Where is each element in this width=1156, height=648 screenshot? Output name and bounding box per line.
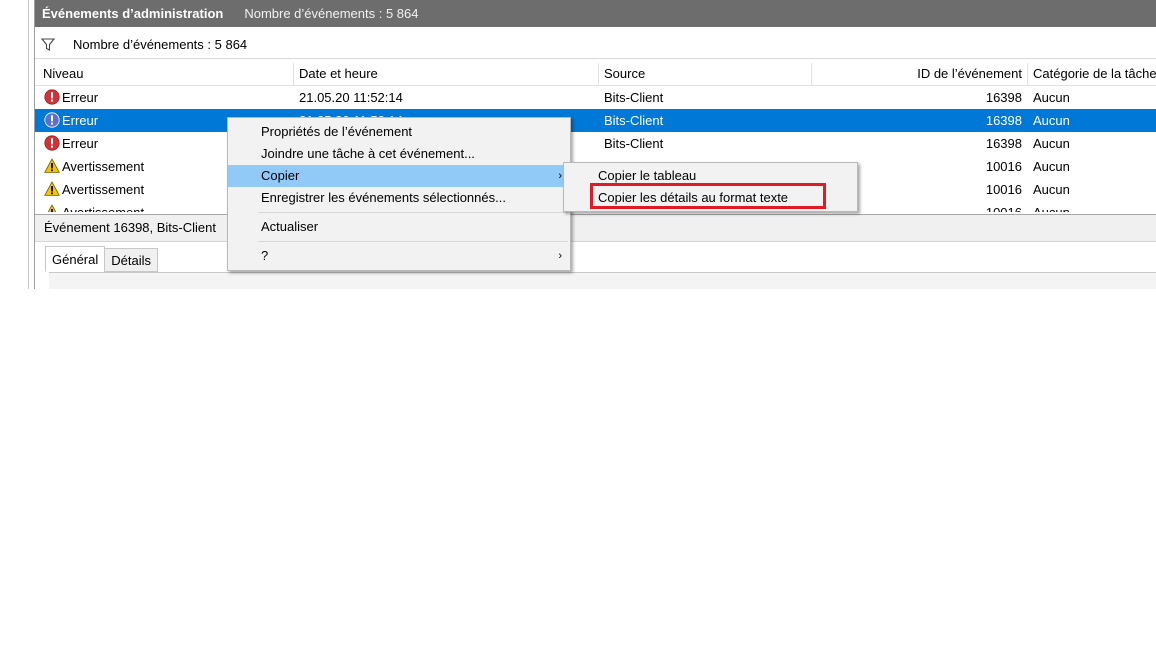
tab-details[interactable]: Détails bbox=[104, 248, 158, 272]
cell-source: Bits-Client bbox=[604, 113, 664, 128]
cell-event-id: 16398 bbox=[985, 113, 1022, 128]
cell-task-category: Aucun bbox=[1033, 90, 1070, 105]
table-header: Niveau Date et heure Source ID de l’évén… bbox=[35, 63, 1156, 86]
cell-task-category: Aucun bbox=[1033, 182, 1070, 197]
column-header-date[interactable]: Date et heure bbox=[294, 63, 599, 85]
cell-event-id: 16398 bbox=[985, 90, 1022, 105]
highlight-annotation-box bbox=[590, 183, 826, 209]
warning-icon bbox=[47, 204, 57, 212]
menu-item-copy-label: Copier bbox=[261, 168, 300, 183]
table-row[interactable]: Erreur Bits-Client 16398 Aucun bbox=[35, 132, 1156, 155]
tab-content bbox=[49, 272, 1156, 289]
menu-separator bbox=[258, 212, 568, 213]
menu-item-copy[interactable]: Copier › bbox=[228, 165, 570, 187]
filter-icon[interactable] bbox=[41, 37, 55, 51]
menu-item-help[interactable]: ? › bbox=[228, 245, 570, 267]
pane-title-bar: Événements d’administration Nombre d’évé… bbox=[35, 0, 1156, 27]
table-row-selected[interactable]: Erreur 21.05.20 11:52:14 Bits-Client 163… bbox=[35, 109, 1156, 132]
filter-bar: Nombre d’événements : 5 864 bbox=[35, 30, 1156, 59]
left-navigation-pane bbox=[0, 0, 29, 289]
menu-item-save-selected[interactable]: Enregistrer les événements sélectionnés.… bbox=[228, 187, 570, 209]
tab-general[interactable]: Général bbox=[45, 246, 106, 272]
column-header-level[interactable]: Niveau bbox=[38, 63, 294, 85]
column-header-source[interactable]: Source bbox=[599, 63, 812, 85]
cell-task-category: Aucun bbox=[1028, 201, 1156, 212]
event-detail-header: Événement 16398, Bits-Client bbox=[35, 215, 1156, 242]
error-icon bbox=[44, 135, 60, 151]
filter-count-text: Nombre d’événements : 5 864 bbox=[73, 36, 248, 52]
menu-separator bbox=[258, 241, 568, 242]
cell-source: Bits-Client bbox=[604, 136, 664, 151]
detail-tabs: Général Détails bbox=[45, 246, 158, 272]
cell-task-category: Aucun bbox=[1033, 113, 1070, 128]
error-icon bbox=[44, 112, 60, 128]
cell-source: Bits-Client bbox=[604, 90, 664, 105]
cell-event-id: 16398 bbox=[985, 136, 1022, 151]
menu-item-attach-task[interactable]: Joindre une tâche à cet événement... bbox=[228, 143, 570, 165]
warning-icon bbox=[44, 158, 60, 173]
warning-icon bbox=[44, 181, 60, 196]
cell-task-category: Aucun bbox=[1033, 136, 1070, 151]
column-header-event-id[interactable]: ID de l’événement bbox=[812, 63, 1028, 85]
cell-task-category: Aucun bbox=[1033, 159, 1070, 174]
pane-title: Événements d’administration bbox=[42, 6, 224, 21]
pane-event-count: Nombre d’événements : 5 864 bbox=[244, 6, 419, 21]
chevron-right-icon: › bbox=[558, 170, 562, 182]
cell-date: 21.05.20 11:52:14 bbox=[299, 90, 403, 105]
events-pane: Événements d’administration Nombre d’évé… bbox=[34, 0, 1156, 289]
menu-item-refresh[interactable]: Actualiser bbox=[228, 216, 570, 238]
column-header-task-category[interactable]: Catégorie de la tâche bbox=[1028, 63, 1156, 85]
chevron-right-icon: › bbox=[558, 250, 562, 262]
context-menu: Propriétés de l’événement Joindre une tâ… bbox=[227, 117, 571, 271]
error-icon bbox=[44, 89, 60, 105]
menu-item-event-properties[interactable]: Propriétés de l’événement bbox=[228, 121, 570, 143]
cell-level: Erreur bbox=[38, 86, 294, 109]
table-row[interactable]: Erreur 21.05.20 11:52:14 Bits-Client 163… bbox=[35, 86, 1156, 109]
event-detail-pane: Événement 16398, Bits-Client Général Dét… bbox=[35, 214, 1156, 289]
menu-item-help-label: ? bbox=[261, 248, 269, 263]
